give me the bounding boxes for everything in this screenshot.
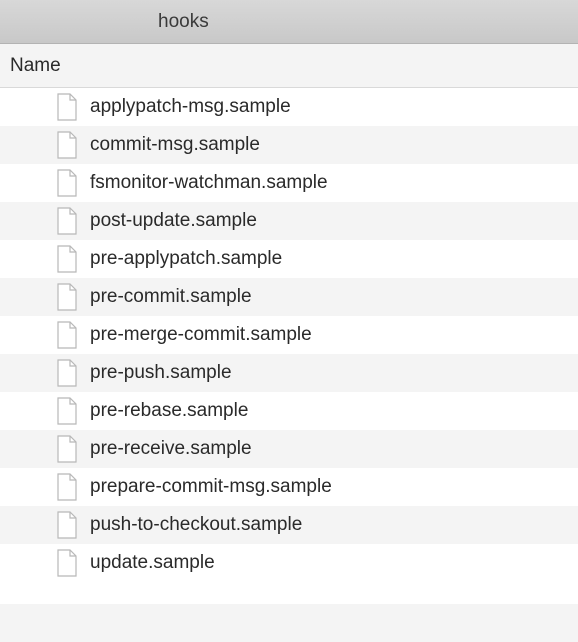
- file-icon: [56, 397, 78, 425]
- file-icon: [56, 359, 78, 387]
- file-icon: [56, 321, 78, 349]
- file-icon: [56, 435, 78, 463]
- file-name: post-update.sample: [90, 210, 257, 232]
- file-row[interactable]: push-to-checkout.sample: [0, 506, 578, 544]
- file-name: pre-push.sample: [90, 362, 232, 384]
- file-icon: [56, 283, 78, 311]
- file-row[interactable]: commit-msg.sample: [0, 126, 578, 164]
- file-row[interactable]: update.sample: [0, 544, 578, 582]
- file-icon: [56, 207, 78, 235]
- file-icon: [56, 131, 78, 159]
- file-icon: [56, 549, 78, 577]
- file-icon: [56, 245, 78, 273]
- file-icon: [56, 511, 78, 539]
- file-row[interactable]: fsmonitor-watchman.sample: [0, 164, 578, 202]
- file-name: applypatch-msg.sample: [90, 96, 291, 118]
- window-titlebar: hooks: [0, 0, 578, 44]
- file-name: pre-merge-commit.sample: [90, 324, 312, 346]
- file-name: update.sample: [90, 552, 215, 574]
- file-name: fsmonitor-watchman.sample: [90, 172, 328, 194]
- window-title: hooks: [158, 11, 209, 33]
- file-row[interactable]: pre-rebase.sample: [0, 392, 578, 430]
- file-name: pre-applypatch.sample: [90, 248, 282, 270]
- file-row[interactable]: pre-applypatch.sample: [0, 240, 578, 278]
- file-row[interactable]: pre-push.sample: [0, 354, 578, 392]
- file-row[interactable]: pre-receive.sample: [0, 430, 578, 468]
- empty-row: [0, 604, 578, 642]
- file-name: pre-receive.sample: [90, 438, 252, 460]
- file-row[interactable]: prepare-commit-msg.sample: [0, 468, 578, 506]
- file-row[interactable]: pre-commit.sample: [0, 278, 578, 316]
- column-header-row[interactable]: Name: [0, 44, 578, 88]
- file-name: commit-msg.sample: [90, 134, 260, 156]
- file-name: pre-commit.sample: [90, 286, 252, 308]
- file-name: push-to-checkout.sample: [90, 514, 302, 536]
- file-row[interactable]: applypatch-msg.sample: [0, 88, 578, 126]
- file-list: applypatch-msg.sample commit-msg.sample …: [0, 88, 578, 582]
- file-icon: [56, 473, 78, 501]
- file-icon: [56, 169, 78, 197]
- file-name: prepare-commit-msg.sample: [90, 476, 332, 498]
- file-name: pre-rebase.sample: [90, 400, 248, 422]
- column-header-name[interactable]: Name: [10, 55, 61, 77]
- file-row[interactable]: post-update.sample: [0, 202, 578, 240]
- file-icon: [56, 93, 78, 121]
- file-row[interactable]: pre-merge-commit.sample: [0, 316, 578, 354]
